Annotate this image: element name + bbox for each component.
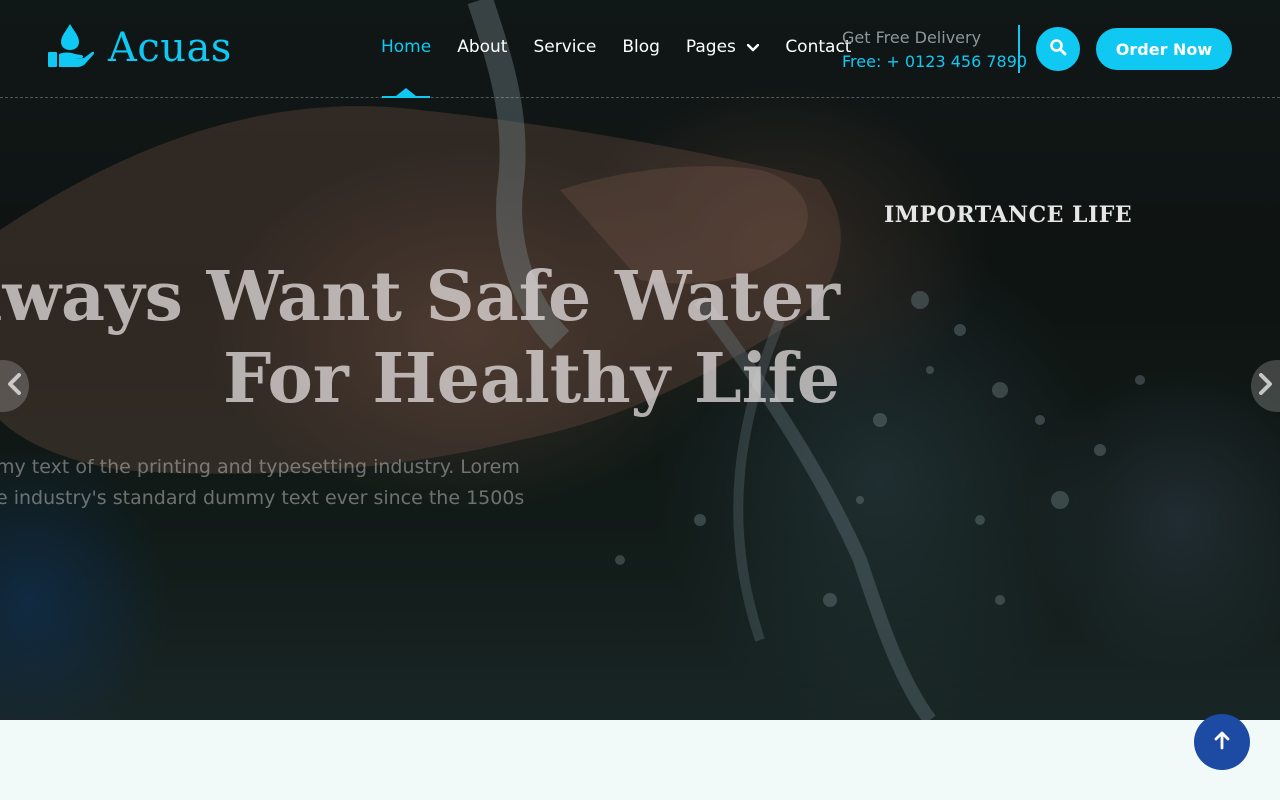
arrow-up-icon <box>1213 730 1231 754</box>
hero-description-line-1: my text of the printing and typesetting … <box>0 456 520 478</box>
active-nav-indicator <box>382 88 430 98</box>
search-button[interactable] <box>1036 27 1080 71</box>
delivery-label: Get Free Delivery <box>842 28 982 47</box>
search-icon <box>1049 38 1067 60</box>
hero-headline-line-1: Always Want Safe Water <box>0 257 840 337</box>
nav-item-about[interactable]: About <box>457 37 507 57</box>
order-now-button[interactable]: Order Now <box>1096 28 1232 70</box>
header-divider <box>1018 25 1020 73</box>
chevron-left-icon <box>7 373 21 399</box>
brand-logo[interactable]: Acuas <box>48 24 232 72</box>
main-nav: Home About Service Blog Pages Contact <box>381 37 877 57</box>
delivery-phone[interactable]: Free: + 0123 456 7890 <box>842 50 1027 74</box>
water-hand-icon <box>48 24 95 72</box>
hero-description: my text of the printing and typesetting … <box>0 452 524 514</box>
hero-description-line-2: e industry's standard dummy text ever si… <box>0 487 525 509</box>
chevron-right-icon <box>1259 373 1273 399</box>
nav-item-pages[interactable]: Pages <box>685 37 760 57</box>
nav-item-pages-label: Pages <box>685 37 736 57</box>
nav-item-service[interactable]: Service <box>533 37 596 57</box>
hero-headline-line-2: For Healthy Life <box>222 339 840 419</box>
nav-item-home[interactable]: Home <box>381 37 431 57</box>
nav-item-blog[interactable]: Blog <box>622 37 660 57</box>
hero-banner: IMPORTANCE LIFE Always Want Safe Water F… <box>0 0 1280 720</box>
hero-headline: Always Want Safe Water For Healthy Life <box>0 256 840 420</box>
brand-name: Acuas <box>108 25 232 71</box>
delivery-info: Get Free Delivery Free: + 0123 456 7890 <box>842 26 1027 74</box>
site-header: Acuas Home About Service Blog Pages Cont… <box>0 0 1280 98</box>
chevron-down-icon <box>747 37 760 57</box>
hero-subtitle: IMPORTANCE LIFE <box>884 202 1133 228</box>
back-to-top-button[interactable] <box>1194 714 1250 770</box>
